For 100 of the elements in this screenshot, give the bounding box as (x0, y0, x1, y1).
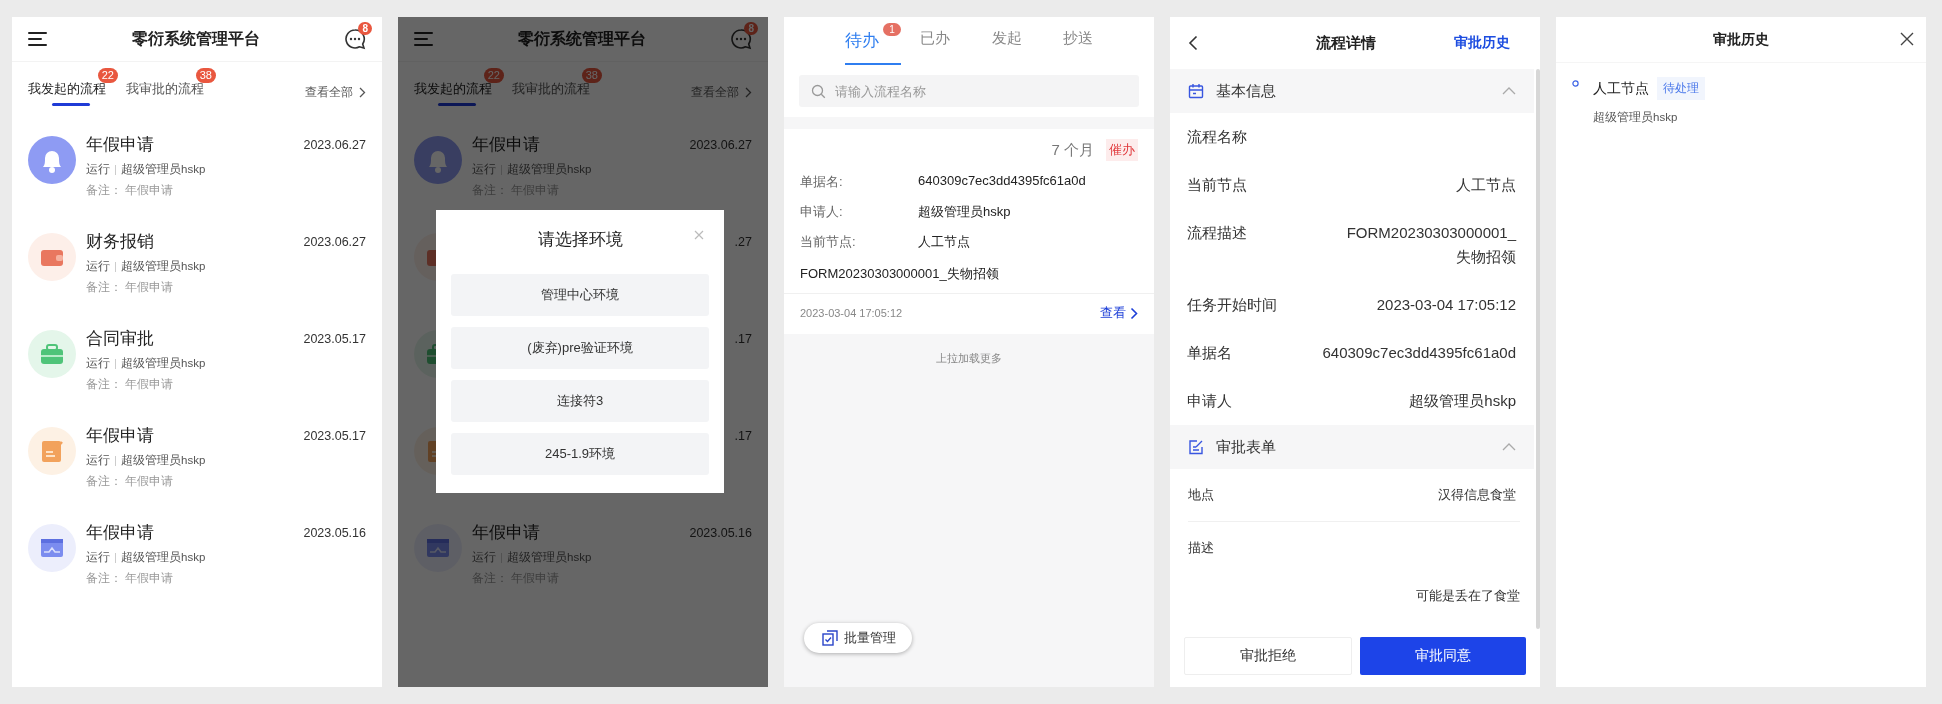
approve-button[interactable]: 审批同意 (1360, 637, 1526, 675)
date-text: .17 (734, 332, 752, 346)
description-text: FORM20230303000001_失物招领 (800, 265, 1000, 283)
search-field[interactable]: 请输入流程名称 (799, 75, 1139, 107)
date-text: 2023.05.17 (303, 332, 366, 346)
section-header[interactable]: 基本信息 (1170, 69, 1534, 113)
history-link[interactable]: 审批历史 (1454, 34, 1510, 52)
window-icon (414, 524, 462, 572)
task-tab[interactable]: 待办 1 (844, 25, 901, 65)
field-value: 2023-03-04 17:05:12 (1376, 295, 1516, 315)
field-label: 描述 (1188, 539, 1214, 557)
environment-option[interactable]: (废弃)pre验证环境 (451, 327, 709, 369)
note-text: 年假申请 (125, 571, 173, 586)
status-text: 运行 (472, 162, 496, 177)
field-label: 流程描述 (1187, 223, 1247, 243)
status-text: 运行 (472, 550, 496, 565)
status-text: 运行 (86, 162, 110, 177)
close-icon[interactable] (1900, 32, 1914, 46)
date-text: 2023.06.27 (303, 138, 366, 152)
note-label: 备注： (86, 280, 122, 295)
toolbox-icon (28, 330, 76, 378)
field-value: 超级管理员hskp (918, 203, 1011, 221)
user-name: 超级管理员hskp (121, 356, 206, 371)
process-title: 年假申请 (86, 425, 155, 447)
note-label: 备注： (86, 377, 122, 392)
load-more-text: 上拉加载更多 (936, 352, 1002, 366)
environment-option[interactable]: 连接符3 (451, 380, 709, 422)
field-label: 单据名: (800, 173, 844, 191)
date-text: 2023.05.16 (689, 526, 752, 540)
process-title: 年假申请 (472, 522, 541, 544)
bell-icon (28, 136, 76, 184)
field-label: 申请人 (1187, 391, 1232, 411)
panel-title: 审批历史 (1713, 30, 1769, 49)
back-icon[interactable] (1188, 35, 1198, 51)
view-all-link[interactable]: 查看全部 (305, 71, 353, 101)
urge-tag[interactable]: 催办 (1106, 139, 1138, 161)
status-text: 运行 (86, 259, 110, 274)
node-name: 人工节点 (1593, 79, 1649, 98)
user-name: 超级管理员hskp (507, 162, 592, 177)
age-text: 7 个月 (1051, 140, 1094, 160)
environment-option[interactable]: 245-1.9环境 (451, 433, 709, 475)
edit-form-icon (1188, 439, 1204, 455)
chevron-right-icon (1130, 306, 1138, 320)
field-label: 任务开始时间 (1187, 295, 1277, 315)
note-text: 年假申请 (125, 280, 173, 295)
date-text: 2023.06.27 (689, 138, 752, 152)
field-label: 单据名 (1187, 343, 1232, 363)
dialog-title: 请选择环境 (537, 229, 623, 251)
environment-option[interactable]: 管理中心环境 (451, 274, 709, 316)
field-value: 可能是丢在了食堂 (1416, 587, 1520, 605)
batch-manage-button[interactable]: 批量管理 (804, 623, 912, 653)
section-header[interactable]: 审批表单 (1170, 425, 1534, 469)
task-card[interactable]: 7 个月 催办 单据名: 640309c7ec3dd4395fc61a0d 申请人: 超级管理员hskp 当前节点: 人工节点 FORM20230303000001_失物招领 2023-03-04 17:05:12 查看 (784, 129, 1154, 334)
form-icon (28, 427, 76, 475)
note-label: 备注： (86, 183, 122, 198)
page-title: 流程详情 (1315, 33, 1377, 53)
note-text: 年假申请 (125, 377, 173, 392)
field-label: 流程名称 (1187, 127, 1247, 147)
field-value: FORM20230303000001_ 失物招领 (1346, 223, 1516, 267)
user-name: 超级管理员hskp (1593, 110, 1679, 125)
field-value: 汉得信息食堂 (1438, 486, 1516, 504)
flow-tab[interactable]: 我发起的流程 22 (28, 68, 118, 104)
status-text: 运行 (86, 453, 110, 468)
date-text: 2023.06.27 (303, 235, 366, 249)
process-title: 财务报销 (86, 231, 155, 253)
process-title: 合同审批 (86, 328, 155, 350)
chevron-right-icon (359, 86, 366, 98)
date-text: 2023.05.16 (303, 526, 366, 540)
user-name: 超级管理员hskp (121, 453, 206, 468)
wallet-icon (28, 233, 76, 281)
date-text: .17 (734, 429, 752, 443)
chevron-right-icon (745, 86, 752, 98)
note-label: 备注： (86, 571, 122, 586)
bell-icon (414, 136, 462, 184)
reject-button[interactable]: 审批拒绝 (1184, 637, 1352, 675)
count-badge: 38 (195, 68, 216, 83)
count-badge: 38 (581, 68, 602, 83)
user-name: 超级管理员hskp (121, 259, 206, 274)
task-tab[interactable]: 抄送 (1063, 29, 1094, 65)
flow-tab[interactable]: 我审批的流程 38 (126, 68, 216, 104)
field-value: 超级管理员hskp (1409, 391, 1516, 411)
process-title: 年假申请 (472, 134, 541, 156)
field-label: 地点 (1188, 486, 1214, 504)
field-label: 申请人: (800, 203, 844, 221)
checkbox-stack-icon (822, 630, 838, 646)
task-tab[interactable]: 已办 (920, 29, 951, 65)
user-name: 超级管理员hskp (121, 162, 206, 177)
count-badge: 1 (883, 23, 901, 36)
task-tab[interactable]: 发起 (991, 29, 1022, 65)
search-icon (811, 84, 826, 99)
menu-icon[interactable] (28, 32, 48, 46)
message-badge: 8 (358, 22, 372, 35)
view-link[interactable]: 查看 (1100, 304, 1126, 322)
note-label: 备注： (86, 474, 122, 489)
process-title: 年假申请 (86, 134, 155, 156)
user-name: 超级管理员hskp (507, 550, 592, 565)
date-text: 2023.05.17 (303, 429, 366, 443)
note-text: 年假申请 (125, 474, 173, 489)
field-value: 640309c7ec3dd4395fc61a0d (1322, 343, 1516, 363)
status-text: 运行 (86, 550, 110, 565)
